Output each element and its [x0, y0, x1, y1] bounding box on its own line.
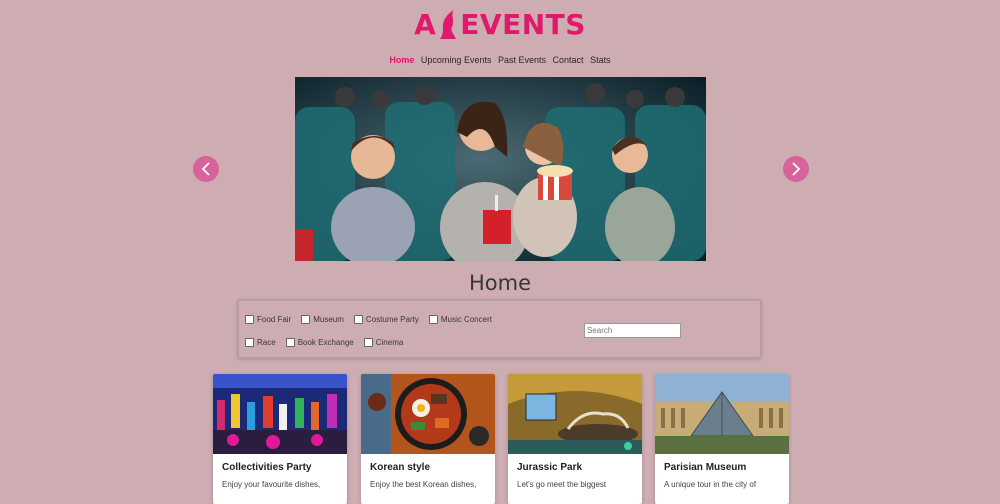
nav-upcoming-events[interactable]: Upcoming Events [421, 55, 492, 65]
event-card-image [508, 374, 642, 454]
filter-cinema[interactable]: Cinema [363, 338, 403, 347]
nav-home[interactable]: Home [389, 55, 414, 65]
event-card[interactable]: Collectivities Party Enjoy your favourit… [213, 374, 347, 504]
nav-past-events[interactable]: Past Events [498, 55, 546, 65]
search-input[interactable] [584, 323, 681, 338]
flame-logo-icon [440, 9, 457, 39]
event-card[interactable]: Parisian Museum A unique tour in the cit… [655, 374, 789, 504]
filter-race[interactable]: Race [245, 338, 276, 347]
logo-letter-a: A [414, 8, 437, 41]
nav-contact[interactable]: Contact [553, 55, 584, 65]
event-card-description: Let's go meet the biggest [517, 480, 607, 489]
event-card-image [213, 374, 347, 454]
event-card[interactable]: Jurassic Park Let's go meet the biggest [508, 374, 642, 504]
checkbox-icon[interactable] [245, 338, 254, 347]
checkbox-icon[interactable] [428, 315, 438, 324]
event-card-title: Parisian Museum [664, 462, 747, 473]
event-card-title: Jurassic Park [517, 462, 583, 473]
chevron-left-icon [201, 162, 210, 176]
nav-stats[interactable]: Stats [590, 55, 611, 65]
checkbox-icon[interactable] [353, 315, 363, 324]
main-nav: Home Upcoming Events Past Events Contact… [0, 55, 1000, 65]
checkbox-icon[interactable] [245, 315, 254, 324]
event-card-image [361, 374, 495, 454]
checkbox-icon[interactable] [285, 338, 295, 347]
filter-music-concert[interactable]: Music Concert [428, 315, 492, 324]
event-card-image [655, 374, 789, 454]
logo-wordmark: EVENTS [460, 8, 586, 41]
event-card-description: Enjoy your favourite dishes, [222, 480, 321, 489]
checkbox-icon[interactable] [301, 315, 311, 324]
page-title: Home [468, 271, 531, 295]
filter-panel: Food Fair Museum Costume Party Music Con… [237, 299, 762, 359]
event-card-description: A unique tour in the city of [664, 480, 757, 489]
carousel-prev-button[interactable] [193, 156, 219, 182]
filter-costume-party[interactable]: Costume Party [353, 315, 419, 324]
event-card-title: Korean style [370, 462, 431, 473]
event-card-description: Enjoy the best Korean dishes, [370, 480, 477, 489]
filter-food-fair[interactable]: Food Fair [245, 315, 291, 324]
event-card-title: Collectivities Party [222, 462, 312, 473]
filter-book-exchange[interactable]: Book Exchange [285, 338, 354, 347]
filter-museum[interactable]: Museum [301, 315, 344, 324]
event-card[interactable]: Korean style Enjoy the best Korean dishe… [361, 374, 495, 504]
chevron-right-icon [792, 162, 801, 176]
checkbox-icon[interactable] [363, 338, 373, 347]
logo[interactable]: A EVENTS [0, 8, 1000, 41]
carousel-slide-image [295, 77, 706, 261]
carousel-next-button[interactable] [783, 156, 809, 182]
